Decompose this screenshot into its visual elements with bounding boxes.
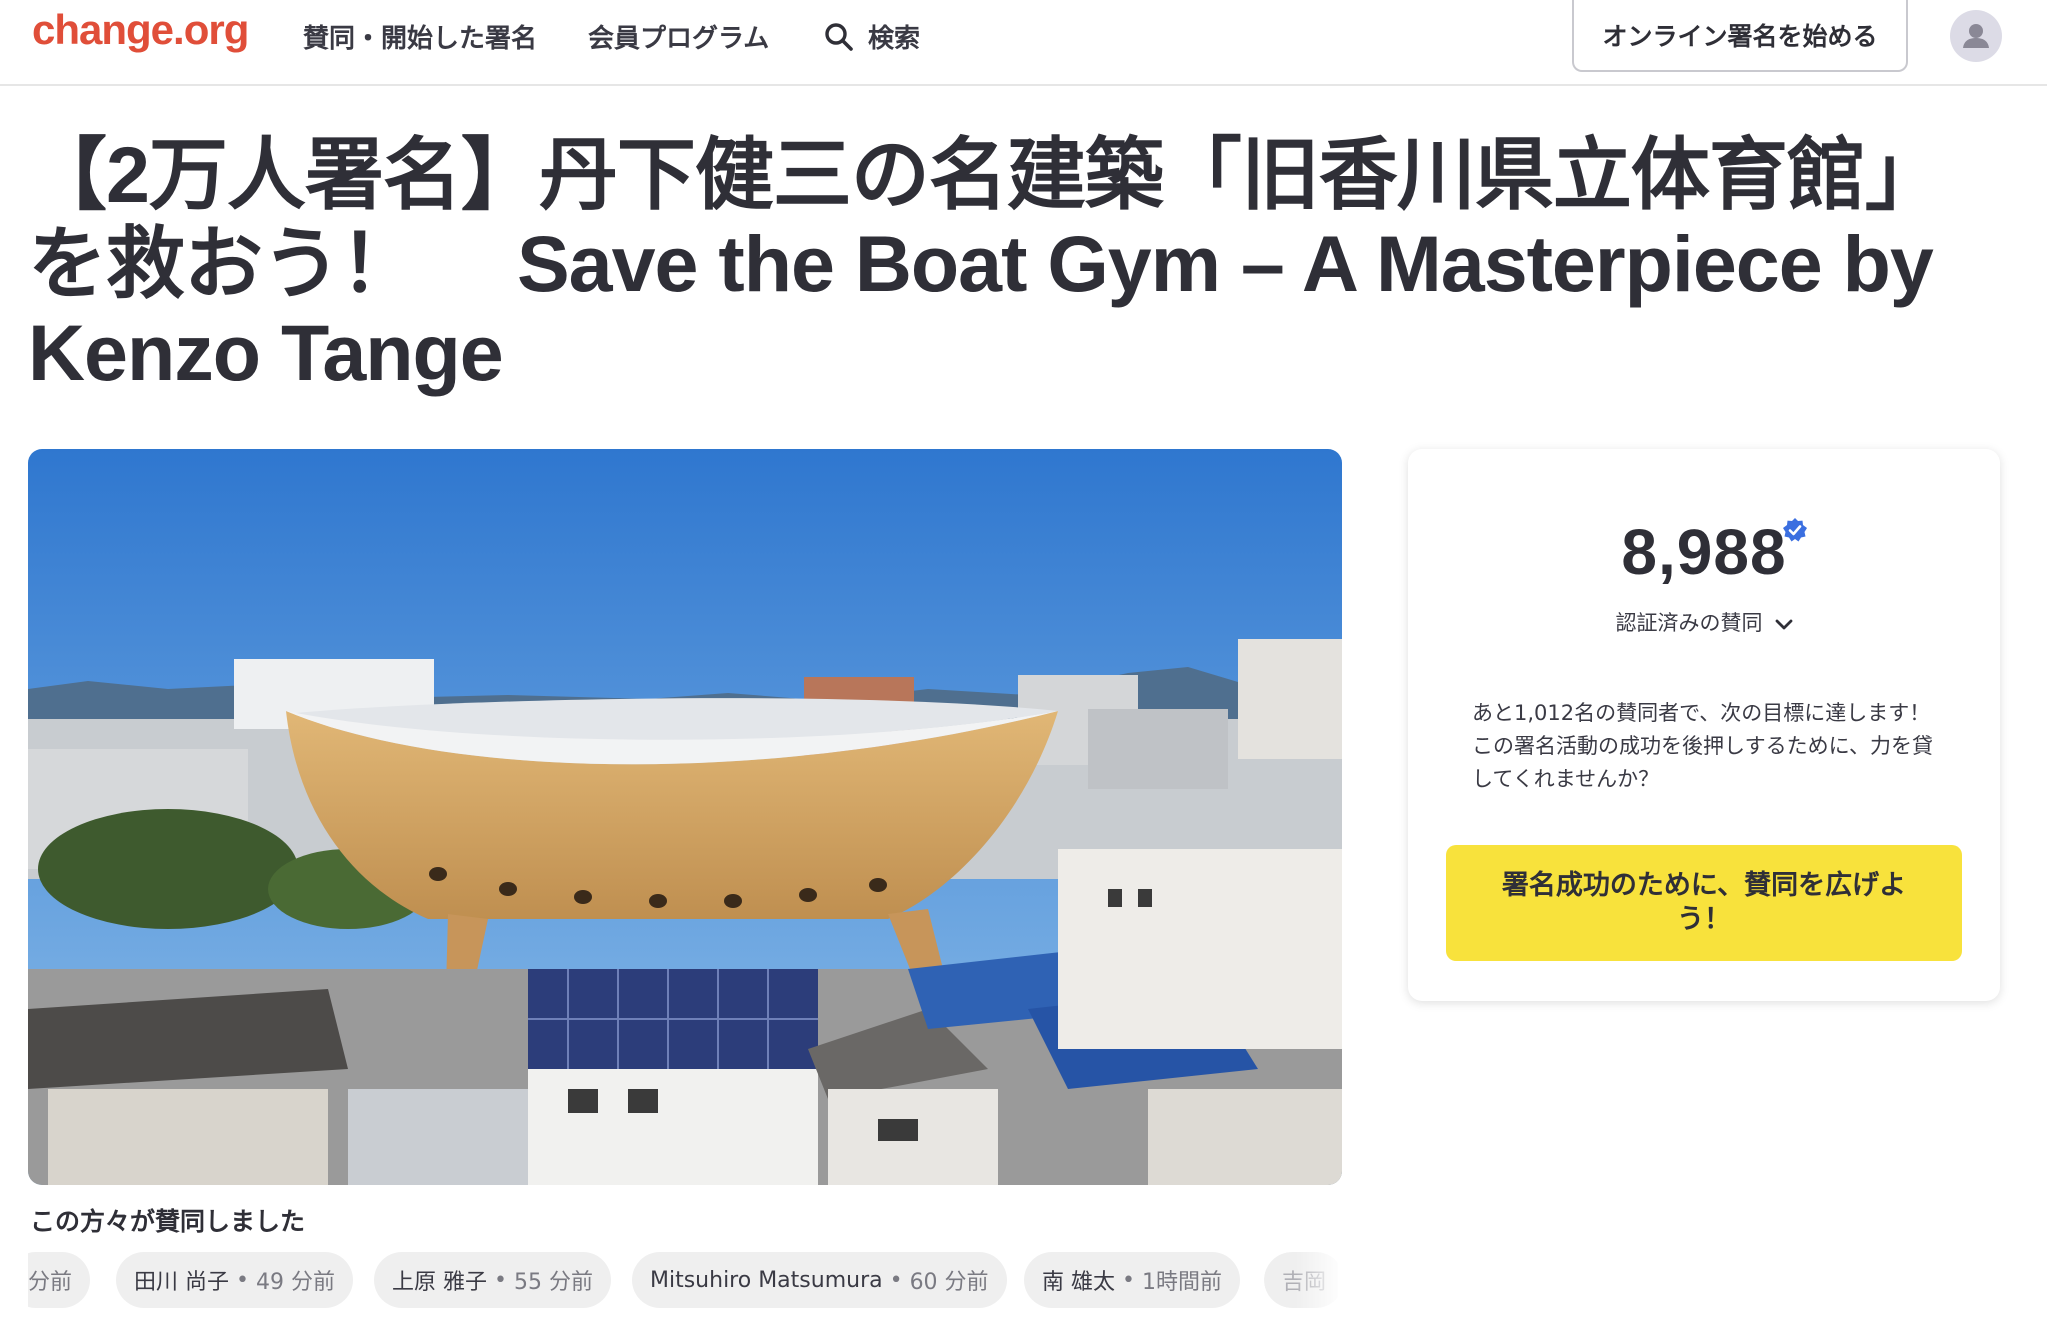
signer-name: 上原 雅子 bbox=[392, 1270, 487, 1295]
signer-chip: 上原 雅子 • 55 分前 bbox=[374, 1252, 611, 1308]
verified-badge-icon bbox=[1783, 518, 1807, 542]
avatar[interactable] bbox=[1950, 10, 2002, 62]
signature-count-wrap: 8,988 bbox=[1408, 515, 2000, 589]
signer-chip: 田川 尚子 • 49 分前 bbox=[116, 1252, 353, 1308]
search-label: 検索 bbox=[868, 24, 921, 54]
signer-time: 60 分前 bbox=[909, 1270, 989, 1295]
start-petition-button[interactable]: オンライン署名を始める bbox=[1572, 0, 1908, 72]
signer-name: 南 雄太 bbox=[1042, 1270, 1115, 1295]
nav-membership[interactable]: 会員プログラム bbox=[588, 18, 769, 55]
nav-my-petitions[interactable]: 賛同・開始した署名 bbox=[303, 18, 537, 55]
signer-dot: • bbox=[229, 1267, 256, 1293]
signer-name: Mitsuhiro Matsumura bbox=[650, 1267, 883, 1293]
verified-label: 認証済みの賛同 bbox=[1615, 611, 1763, 635]
top-nav: change.org 賛同・開始した署名 会員プログラム 検索 オンライン署名を… bbox=[0, 0, 2047, 86]
signature-count: 8,988 bbox=[1621, 516, 1787, 588]
recent-signers-list: 分前 田川 尚子 • 49 分前 上原 雅子 • 55 分前 Mitsuhiro… bbox=[28, 1252, 1338, 1312]
verified-signatures-toggle[interactable]: 認証済みの賛同 bbox=[1408, 607, 2000, 637]
signer-chip: 分前 bbox=[28, 1252, 91, 1308]
signer-chip: Mitsuhiro Matsumura • 60 分前 bbox=[632, 1252, 1007, 1308]
signature-panel: 8,988 認証済みの賛同 あと1,012名の賛同者で、次の目標に達します！この… bbox=[1408, 449, 2000, 1001]
share-petition-button[interactable]: 署名成功のために、賛同を広げよう！ bbox=[1446, 845, 1962, 961]
signer-chip: 南 雄太 • 1時間前 bbox=[1024, 1252, 1240, 1308]
change-org-logo[interactable]: change.org bbox=[32, 6, 249, 54]
signer-dot: • bbox=[487, 1267, 514, 1293]
signer-dot: • bbox=[1115, 1267, 1142, 1293]
signer-chip: 吉岡 bbox=[1264, 1252, 1338, 1308]
petition-title: 【2万人署名】丹下健三の名建築「旧香川県立体育館」を救おう！ Save the … bbox=[28, 130, 1944, 397]
user-icon bbox=[1963, 24, 1989, 48]
signer-time: 1時間前 bbox=[1141, 1270, 1222, 1295]
signer-time: 分前 bbox=[28, 1270, 73, 1295]
nav-search[interactable]: 検索 bbox=[824, 18, 920, 55]
signer-time: 49 分前 bbox=[255, 1270, 335, 1295]
signers-heading: この方々が賛同しました bbox=[30, 1207, 306, 1236]
petition-photo bbox=[28, 449, 1342, 1185]
signer-name: 田川 尚子 bbox=[134, 1270, 229, 1295]
search-icon bbox=[825, 22, 853, 51]
signer-time: 55 分前 bbox=[513, 1270, 593, 1295]
signer-name: 吉岡 bbox=[1282, 1270, 1327, 1295]
chevron-down-icon bbox=[1775, 612, 1793, 636]
goal-message: あと1,012名の賛同者で、次の目標に達します！この署名活動の成功を後押しするた… bbox=[1472, 701, 1933, 791]
signer-dot: • bbox=[882, 1267, 910, 1293]
